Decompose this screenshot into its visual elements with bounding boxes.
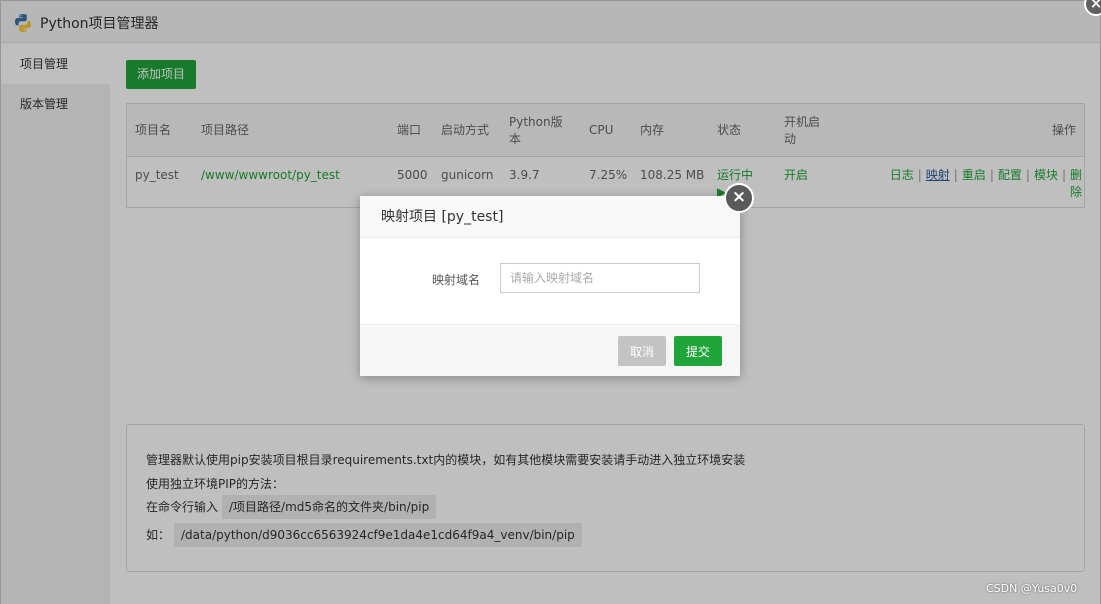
map-project-dialog: 映射项目 [py_test] × 映射域名 取消 提交: [360, 183, 754, 376]
watermark: CSDN @Yusa0v0: [986, 582, 1078, 595]
domain-field-label: 映射域名: [432, 273, 481, 287]
domain-input[interactable]: [500, 263, 700, 293]
cancel-button[interactable]: 取消: [618, 336, 666, 366]
dialog-footer: 取消 提交: [360, 324, 740, 376]
submit-button[interactable]: 提交: [674, 336, 722, 366]
dialog-close-icon[interactable]: ×: [724, 183, 754, 213]
dialog-title: 映射项目 [py_test]: [360, 196, 740, 238]
